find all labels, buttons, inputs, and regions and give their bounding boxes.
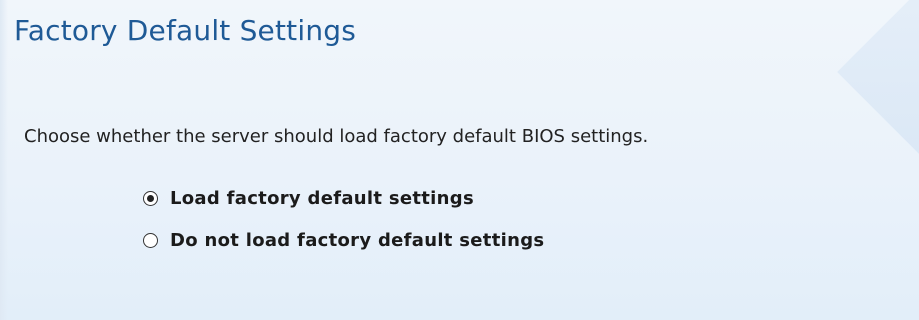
radio-label-do-not-load-defaults: Do not load factory default settings [170, 230, 545, 251]
radio-label-load-defaults: Load factory default settings [170, 188, 474, 209]
radio-option-load-defaults[interactable]: Load factory default settings [143, 188, 474, 209]
radio-button-unselected[interactable] [143, 233, 158, 248]
panel-edge-shadow [0, 0, 8, 320]
radio-option-do-not-load-defaults[interactable]: Do not load factory default settings [143, 230, 544, 251]
page-title: Factory Default Settings [14, 14, 357, 47]
page-description: Choose whether the server should load fa… [24, 126, 649, 147]
background-diamond-watermark [837, 0, 919, 157]
settings-panel: Factory Default Settings Choose whether … [0, 0, 919, 320]
radio-button-selected[interactable] [143, 191, 158, 206]
